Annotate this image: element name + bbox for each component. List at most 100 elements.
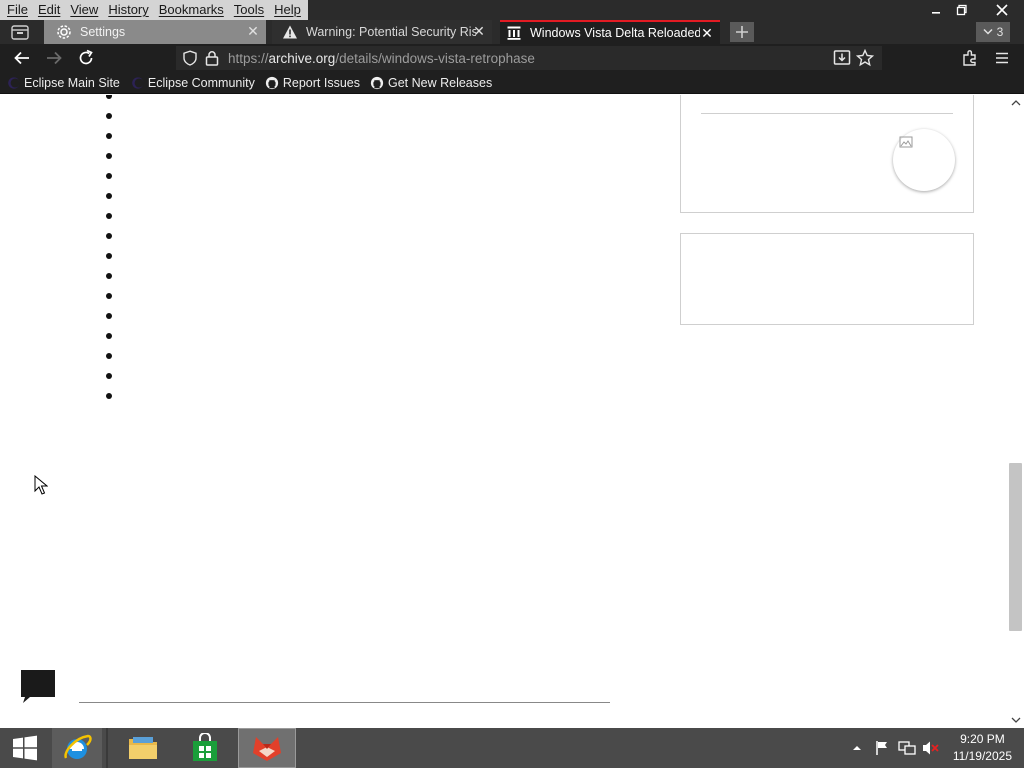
taskbar-internet-explorer[interactable] <box>52 728 102 768</box>
taskbar: 9:20 PM 11/19/2025 <box>0 728 1024 768</box>
menu-history[interactable]: History <box>103 0 153 20</box>
download-page-icon[interactable] <box>833 49 851 67</box>
clock-time: 9:20 PM <box>960 732 1005 746</box>
volume-muted-icon[interactable] <box>922 740 940 756</box>
tab-groups-icon <box>11 25 29 40</box>
list-bullet <box>106 393 112 399</box>
windows-logo-icon <box>13 735 37 761</box>
menu-tools[interactable]: Tools <box>229 0 269 20</box>
tab-security-warning[interactable]: Warning: Potential Security Risk ✕ <box>272 20 492 44</box>
close-window-button[interactable] <box>980 0 1024 20</box>
bookmark-label: Report Issues <box>282 75 360 90</box>
tab-settings[interactable]: Settings ✕ <box>44 20 266 44</box>
puzzle-icon <box>963 50 976 66</box>
list-bullet <box>106 113 112 119</box>
taskbar-divider <box>106 728 108 768</box>
navigation-bar: https://archive.org/details/windows-vist… <box>0 44 1024 72</box>
restore-icon <box>956 4 967 16</box>
eclipse-icon <box>132 76 144 89</box>
show-hidden-icons-icon[interactable] <box>852 744 862 752</box>
close-icon <box>996 4 1008 16</box>
archive-icon <box>507 26 521 40</box>
sidebar-panel <box>680 95 974 213</box>
vertical-scrollbar[interactable] <box>1008 95 1024 728</box>
bookmark-star-icon[interactable] <box>856 49 874 67</box>
github-icon <box>370 76 384 89</box>
taskbar-browser-active[interactable] <box>238 728 296 768</box>
feedback-chat-button[interactable] <box>20 667 56 703</box>
list-bullet <box>106 253 112 259</box>
reload-icon <box>79 49 93 65</box>
eclipse-icon <box>8 76 20 89</box>
close-tab-icon[interactable]: ✕ <box>246 24 260 38</box>
tab-strip: Settings ✕ Warning: Potential Security R… <box>0 20 1024 44</box>
reload-button[interactable] <box>74 46 98 70</box>
warning-icon <box>283 25 297 39</box>
tab-label: Settings <box>80 25 126 39</box>
taskbar-store[interactable] <box>180 728 230 768</box>
app-menu-button[interactable] <box>990 46 1014 70</box>
close-tab-icon[interactable]: ✕ <box>700 26 714 40</box>
system-clock[interactable]: 9:20 PM 11/19/2025 <box>953 731 1012 765</box>
bookmark-label: Get New Releases <box>387 75 493 90</box>
minimize-icon <box>932 12 940 14</box>
clock-date: 11/19/2025 <box>952 749 1012 763</box>
list-bullet <box>106 173 112 179</box>
lock-icon[interactable] <box>204 50 220 66</box>
url-bar[interactable]: https://archive.org/details/windows-vist… <box>176 46 882 70</box>
chevron-down-icon <box>983 28 993 35</box>
menu-view[interactable]: View <box>65 0 103 20</box>
shield-icon[interactable] <box>182 50 198 66</box>
url-text[interactable]: https://archive.org/details/windows-vist… <box>228 51 535 66</box>
list-bullet <box>106 193 112 199</box>
avatar[interactable] <box>893 129 955 191</box>
start-button[interactable] <box>0 728 50 768</box>
url-host: archive.org <box>268 50 336 66</box>
tab-list-button[interactable]: 3 <box>976 22 1010 42</box>
gear-icon <box>57 25 71 39</box>
bookmarks-bar: Eclipse Main Site Eclipse Community Repo… <box>0 72 1024 94</box>
new-tab-button[interactable] <box>730 22 754 42</box>
url-path: /details/windows-vista-retrophase <box>335 50 535 66</box>
github-icon <box>265 76 278 89</box>
hamburger-menu-icon <box>996 52 1008 64</box>
tab-archive-active[interactable]: Windows Vista Delta Reloaded : ✕ <box>500 20 720 44</box>
scroll-up-arrow-icon[interactable] <box>1008 97 1024 109</box>
bookmark-eclipse-main-site[interactable]: Eclipse Main Site <box>6 76 120 90</box>
menu-bookmarks[interactable]: Bookmarks <box>154 0 229 20</box>
tab-label: Windows Vista Delta Reloaded : <box>530 26 700 40</box>
menu-edit[interactable]: Edit <box>33 0 65 20</box>
bookmark-eclipse-community[interactable]: Eclipse Community <box>130 76 255 90</box>
scrollbar-thumb[interactable] <box>1009 463 1022 631</box>
bookmark-label: Eclipse Community <box>147 75 255 90</box>
list-bullet <box>106 213 112 219</box>
taskbar-file-explorer[interactable] <box>118 728 168 768</box>
menu-bar: File Edit View History Bookmarks Tools H… <box>0 0 308 20</box>
mouse-cursor-icon <box>34 475 48 495</box>
action-center-flag-icon[interactable] <box>874 740 890 756</box>
sidebar-panel-empty <box>680 233 974 325</box>
close-tab-icon[interactable]: ✕ <box>472 24 486 38</box>
list-bullet <box>106 133 112 139</box>
menu-help[interactable]: Help <box>269 0 306 20</box>
bookmark-get-new-releases[interactable]: Get New Releases <box>370 76 492 90</box>
forward-button[interactable] <box>42 46 66 70</box>
scroll-down-arrow-icon[interactable] <box>1008 714 1024 726</box>
url-prefix: https:// <box>228 50 269 66</box>
list-bullet <box>106 153 112 159</box>
back-button[interactable] <box>10 46 34 70</box>
tab-count: 3 <box>996 25 1004 39</box>
plus-icon <box>736 26 748 38</box>
browser-fox-icon <box>253 737 281 761</box>
extensions-button[interactable] <box>958 46 982 70</box>
folder-icon <box>129 737 157 759</box>
chat-bubble-icon <box>21 670 55 703</box>
list-bullet <box>106 293 112 299</box>
broken-image-icon <box>899 136 913 148</box>
restore-button[interactable] <box>944 0 980 20</box>
bookmark-report-issues[interactable]: Report Issues <box>265 76 360 90</box>
network-icon[interactable] <box>898 740 916 756</box>
tab-groups-button[interactable] <box>6 22 34 42</box>
menu-file[interactable]: File <box>2 0 33 20</box>
page-content <box>0 95 1008 728</box>
